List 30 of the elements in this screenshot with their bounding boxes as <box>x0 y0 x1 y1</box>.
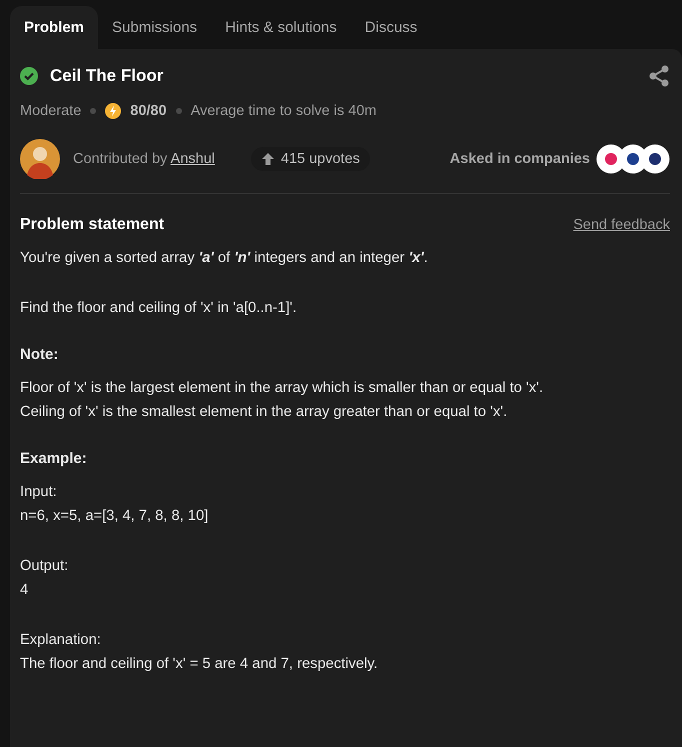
statement-text: Find the floor and ceiling of 'x' in 'a[0..n-1]'. <box>20 299 298 318</box>
tab[interactable]: Submissions <box>98 6 212 49</box>
score: 80/80 <box>130 103 167 119</box>
tab[interactable]: Problem <box>10 6 98 49</box>
section-heading: Problem statement <box>20 216 164 234</box>
statement-text: Ceiling of 'x' is the smallest element in the array greater than or equal to 'x'. <box>20 403 508 422</box>
statement-text: n=6, x=5, a=[3, 4, 7, 8, 8, 10] <box>20 507 210 526</box>
avatar <box>20 139 60 179</box>
contributor-text: Contributed by Anshul <box>73 151 215 167</box>
difficulty-label: Moderate <box>20 103 82 119</box>
arrow-up-icon <box>260 152 275 166</box>
statement-text: Output: <box>20 557 70 576</box>
statement-text: The floor and ceiling of 'x' = 5 are 4 and 7, respectively. <box>20 655 379 674</box>
companies-label: Asked in companies <box>450 151 590 167</box>
subheading: Example: <box>20 450 88 467</box>
subheading: Note: <box>20 346 60 363</box>
contributor-link[interactable]: Anshul <box>170 151 215 167</box>
lightning-icon <box>105 103 122 119</box>
statement-text: Floor of 'x' is the largest element in the array which is smaller than or equal to 'x'. <box>20 379 544 398</box>
feedback-link[interactable]: Send feedback <box>573 217 670 233</box>
statement-text: Input: <box>20 483 58 502</box>
tab[interactable]: Hints & solutions <box>211 6 351 49</box>
statement-text: 4 <box>20 581 30 600</box>
tab[interactable]: Discuss <box>350 6 432 49</box>
statement-text: You're given a sorted array 'a' of 'n' integers and an integer 'x'. <box>20 249 429 268</box>
problem-title: Ceil The Floor <box>50 66 164 86</box>
average-time: Average time to solve is 40m <box>190 103 376 119</box>
statement-text: Explanation: <box>20 631 102 650</box>
share-icon[interactable] <box>648 65 670 87</box>
upvote-button[interactable]: 415 upvotes <box>250 147 370 171</box>
